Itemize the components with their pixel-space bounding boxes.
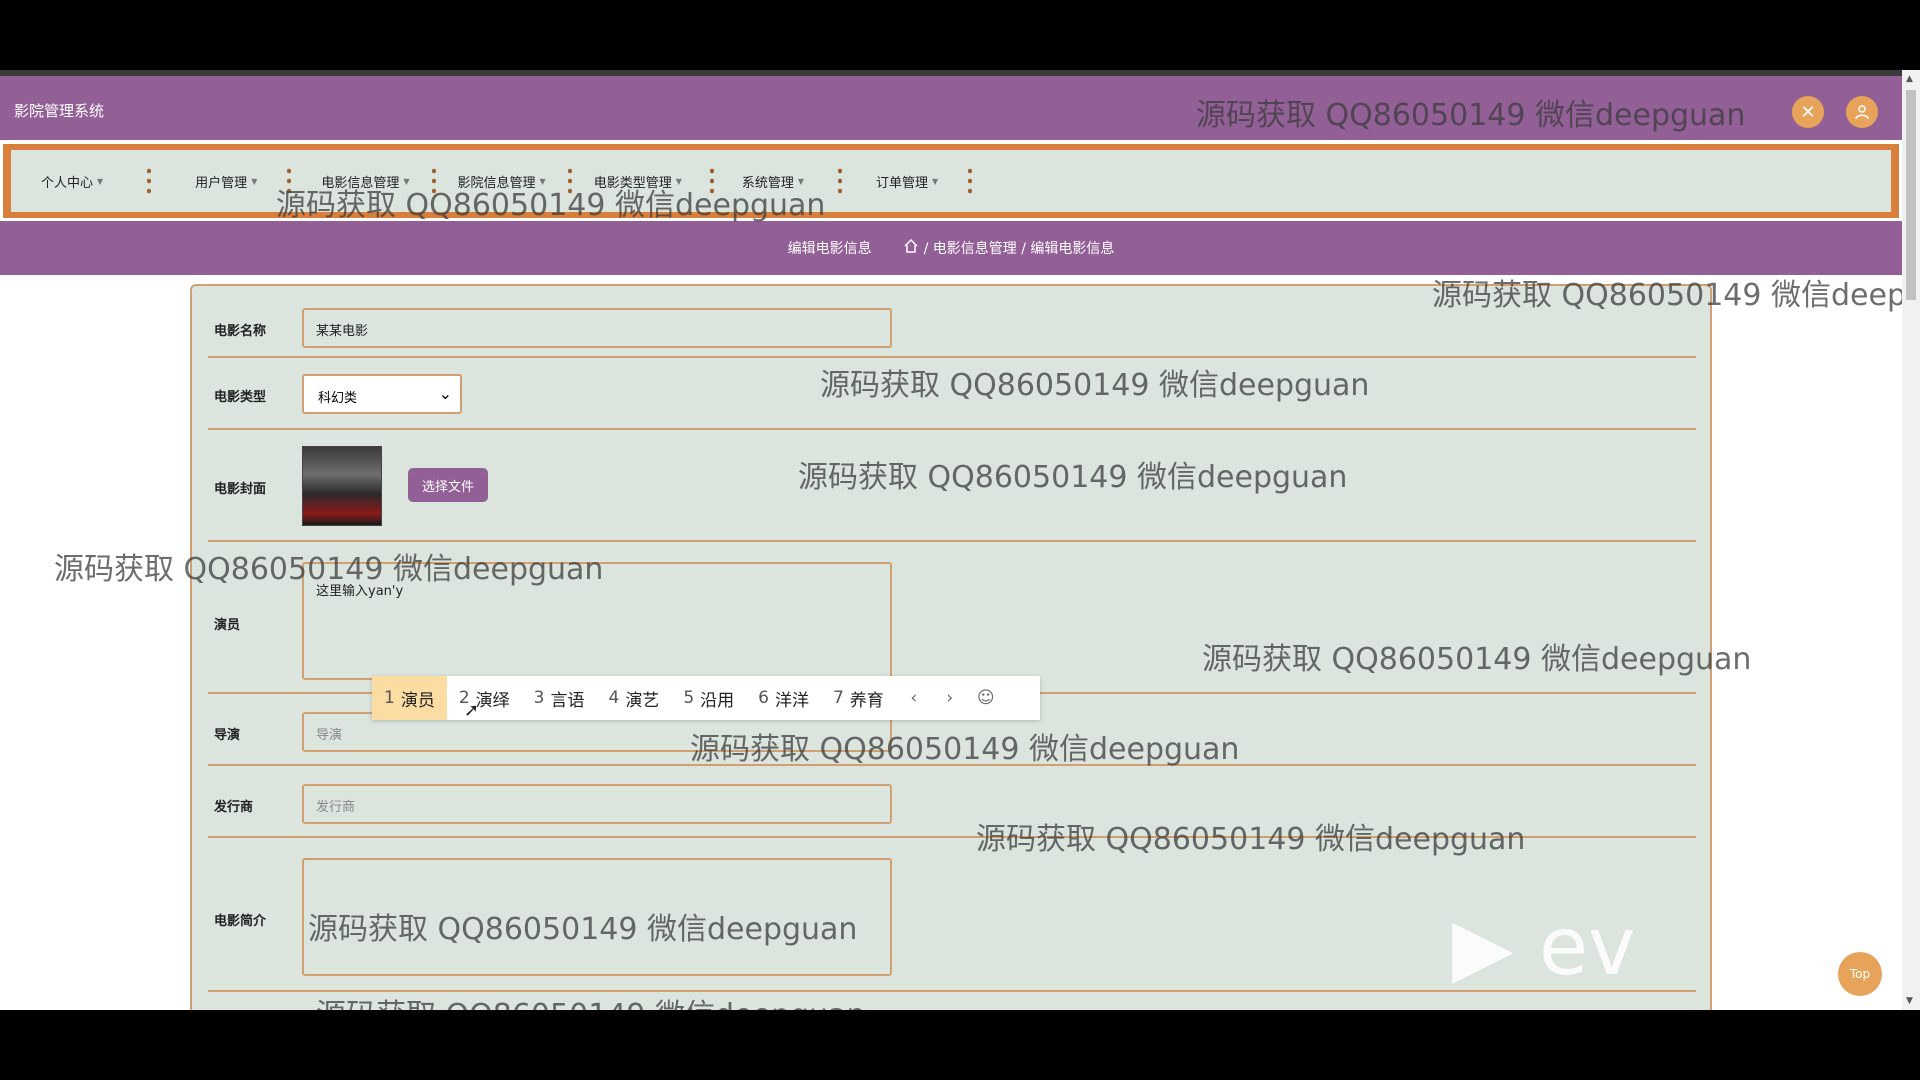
type-label: 电影类型 [214,390,267,405]
candidate-text: 洋洋 [774,690,809,711]
fullscreen-icon[interactable]: ✕ [1792,96,1824,128]
caret-down-icon: ▼ [251,176,258,186]
nav-label: 电影信息管理 [321,175,400,191]
chevron-down-icon: ⌄ [438,384,452,403]
ime-prev-icon[interactable]: ‹ [896,676,932,720]
scroll-down-icon[interactable]: ▼ [1906,996,1913,1006]
nav-separator [412,164,456,198]
nav-separator [818,164,862,198]
ime-candidate[interactable]: 1 演员 [372,676,447,720]
ime-candidate[interactable]: 4 演艺 [596,676,671,720]
nav-system-management[interactable]: 系统管理 ▼ [742,172,804,191]
top-header: 影院管理系统 ✕ [0,70,1902,140]
caret-down-icon: ▼ [675,176,682,186]
candidate-number: 5 [683,688,695,708]
caret-down-icon: ▼ [932,176,939,186]
nav-order-management[interactable]: 订单管理 ▼ [876,172,938,191]
candidate-text: 演员 [400,690,435,711]
page-scrollbar[interactable]: ▲ ▼ [1902,70,1920,1010]
form-row-name: 电影名称 某某电影 [208,300,1696,358]
form-row-type: 电影类型 科幻类 ⌄ [208,358,1696,430]
home-icon[interactable] [904,238,918,257]
movie-cover-image [302,446,382,526]
main-nav: 个人中心 ▼ 用户管理 ▼ 电影信息管理 ▼ 影院信息管理 ▼ 电影类型管理 ▼ 系统管理… [3,144,1899,218]
candidate-number: 3 [533,688,545,708]
nav-separator [690,164,734,198]
nav-label: 用户管理 [195,175,248,191]
candidate-number: 7 [832,688,844,708]
candidate-number: 4 [608,688,620,708]
nav-separator [948,164,992,198]
candidate-text: 演艺 [625,690,660,711]
nav-cinema-management[interactable]: 影院信息管理 ▼ [458,172,546,191]
app-title: 影院管理系统 [14,102,105,120]
mouse-cursor-icon: ➚ [464,700,480,721]
cover-label: 电影封面 [214,482,267,497]
nav-movie-management[interactable]: 电影信息管理 ▼ [321,172,409,191]
candidate-number: 1 [384,688,395,708]
nav-separator [548,164,592,198]
choose-file-button[interactable]: 选择文件 [408,468,488,502]
nav-label: 订单管理 [876,175,929,191]
movie-name-input[interactable]: 某某电影 [302,308,892,348]
ime-candidate[interactable]: 5 沿用 [671,676,746,720]
scrollbar-thumb[interactable] [1906,90,1916,300]
movie-type-value: 科幻类 [318,391,358,406]
ev-logo-watermark: ▶ ev [1452,900,1636,993]
nav-label: 系统管理 [741,175,794,191]
caret-down-icon: ▼ [539,176,546,186]
candidate-number: 6 [758,688,769,708]
nav-separator [127,164,171,198]
ime-candidate[interactable]: 2 演绎 [447,676,522,720]
breadcrumb-path[interactable]: / 电影信息管理 / 编辑电影信息 [924,238,1115,258]
ime-candidate[interactable]: 7 养育 [821,676,896,720]
intro-textarea[interactable] [302,858,892,976]
nav-movie-type-management[interactable]: 电影类型管理 ▼ [594,172,682,191]
nav-label: 影院信息管理 [457,175,536,191]
ime-next-icon[interactable]: › [932,676,968,720]
form-row-distributor: 发行商 发行商 [208,766,1696,838]
ime-candidate[interactable]: 3 言语 [522,676,597,720]
user-icon[interactable] [1846,96,1878,128]
movie-type-select[interactable]: 科幻类 ⌄ [302,374,462,414]
form-row-cover: 电影封面 选择文件 [208,430,1696,542]
ime-candidate[interactable]: 6 洋洋 [746,676,821,720]
back-to-top-button[interactable]: Top [1838,952,1882,996]
form-row-actor: 演员 这里输入yan'y [208,542,1696,694]
distributor-label: 发行商 [214,800,254,815]
director-label: 导演 [214,728,241,743]
candidate-text: 言语 [550,690,585,711]
nav-personal-center[interactable]: 个人中心 ▼ [41,172,103,191]
candidate-text: 养育 [849,690,884,711]
nav-label: 电影类型管理 [593,175,672,191]
candidate-text: 演绎 [475,690,510,711]
name-label: 电影名称 [214,324,267,339]
page-title: 编辑电影信息 [787,241,872,257]
nav-label: 个人中心 [41,175,94,191]
user-icon-svg [1855,105,1869,120]
scroll-up-icon[interactable]: ▲ [1906,74,1913,84]
nav-separator [267,164,311,198]
nav-user-management[interactable]: 用户管理 ▼ [195,172,257,191]
distributor-input[interactable]: 发行商 [302,784,892,824]
candidate-text: 沿用 [700,690,735,711]
fullscreen-glyph: ✕ [1800,101,1816,123]
actor-textarea[interactable]: 这里输入yan'y [302,562,892,680]
ime-emoji-icon[interactable]: ☺ [968,676,1004,720]
ev-logo-text: ev [1538,900,1636,993]
caret-down-icon: ▼ [797,176,805,186]
caret-down-icon: ▼ [97,176,104,186]
intro-label: 电影简介 [214,914,267,929]
caret-down-icon: ▼ [403,176,410,186]
breadcrumb-bar: 编辑电影信息 / 电影信息管理 / 编辑电影信息 [0,221,1902,275]
screen: 影院管理系统 ✕ 个人中心 ▼ 用户管理 ▼ 电影信息管理 ▼ 影院信息管理 ▼ 电影类… [0,70,1920,1010]
actor-label: 演员 [214,618,241,633]
